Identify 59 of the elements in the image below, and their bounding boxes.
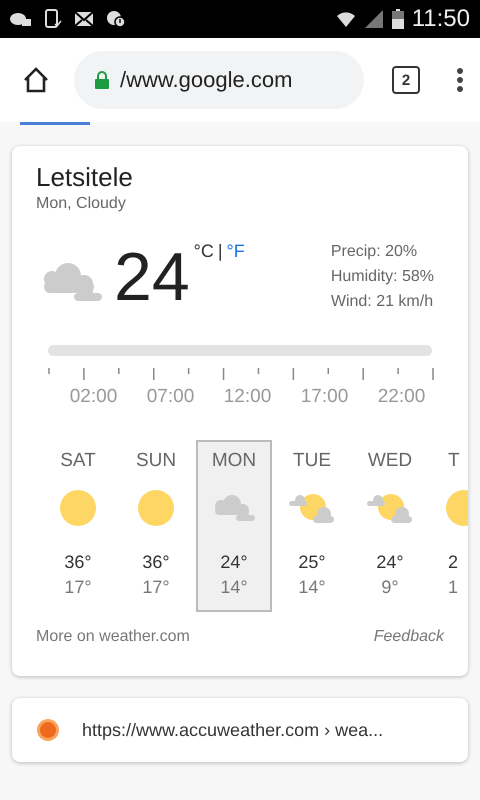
notification-icon — [10, 11, 32, 27]
day-forecast[interactable]: WED 24° 9° — [352, 440, 428, 612]
low-temperature: 14° — [298, 577, 326, 598]
low-temperature: 9° — [381, 577, 399, 598]
sun-logo-icon — [36, 718, 60, 742]
battery-icon — [392, 9, 404, 29]
high-temperature: 2 — [448, 552, 458, 573]
day-name: TUE — [293, 450, 331, 473]
home-icon[interactable] — [22, 67, 50, 93]
weather-summary: Mon, Cloudy — [36, 195, 127, 213]
current-temperature: 24 — [114, 243, 190, 311]
day-name: MON — [212, 450, 256, 473]
more-link[interactable]: More on weather.com — [36, 628, 190, 646]
fahrenheit-link[interactable]: °F — [226, 241, 245, 262]
day-name: T — [448, 450, 460, 473]
high-temperature: 25° — [298, 552, 326, 573]
high-temperature: 36° — [142, 552, 170, 573]
time-label: 02:00 — [68, 386, 118, 408]
tab-indicator — [20, 122, 90, 125]
weather-detail: Humidity: 58% — [330, 267, 434, 287]
time-label: 12:00 — [222, 386, 272, 408]
low-temperature: 17° — [142, 577, 170, 598]
feedback-link[interactable]: Feedback — [374, 628, 444, 646]
time-label: 22:00 — [376, 386, 426, 408]
alert-icon — [106, 10, 126, 28]
low-temperature: 14° — [220, 577, 248, 598]
day-name: SAT — [60, 450, 96, 473]
result-url[interactable]: https://www.accuweather.com › wea... — [82, 720, 384, 740]
low-temperature: 17° — [64, 577, 92, 598]
location-title: Letsitele — [36, 162, 134, 193]
day-name: SUN — [136, 450, 176, 473]
low-temperature: 1 — [448, 577, 458, 598]
sun-icon — [60, 490, 96, 526]
day-forecast[interactable]: SAT 36° 17° — [40, 440, 116, 612]
weather-detail: Wind: 21 km/h — [330, 292, 434, 312]
time-label: 07:00 — [146, 386, 196, 408]
unit-separator: | — [218, 241, 223, 262]
lock-icon — [94, 70, 110, 90]
celsius-unit[interactable]: °C — [194, 241, 214, 262]
day-forecast[interactable]: T 2 1 — [430, 440, 468, 612]
weather-detail: Precip: 20% — [330, 242, 418, 262]
day-forecast[interactable]: MON 24° 14° — [196, 440, 272, 612]
mail-icon — [74, 11, 94, 27]
high-temperature: 24° — [220, 552, 248, 573]
signal-icon — [364, 9, 384, 29]
menu-icon[interactable] — [456, 67, 464, 93]
sun-icon — [138, 490, 174, 526]
day-forecast[interactable]: TUE 25° 14° — [274, 440, 350, 612]
time-label: 17:00 — [300, 386, 350, 408]
phone-icon — [44, 9, 62, 29]
clock: 11:50 — [412, 5, 470, 33]
day-forecast[interactable]: SUN 36° 17° — [118, 440, 194, 612]
tab-count-button[interactable]: 2 — [392, 66, 420, 94]
timeline-track[interactable] — [48, 345, 432, 356]
high-temperature: 36° — [64, 552, 92, 573]
high-temperature: 24° — [376, 552, 404, 573]
day-name: WED — [368, 450, 412, 473]
url-text: /www.google.com — [120, 67, 292, 93]
address-bar[interactable]: /www.google.com — [74, 51, 364, 109]
